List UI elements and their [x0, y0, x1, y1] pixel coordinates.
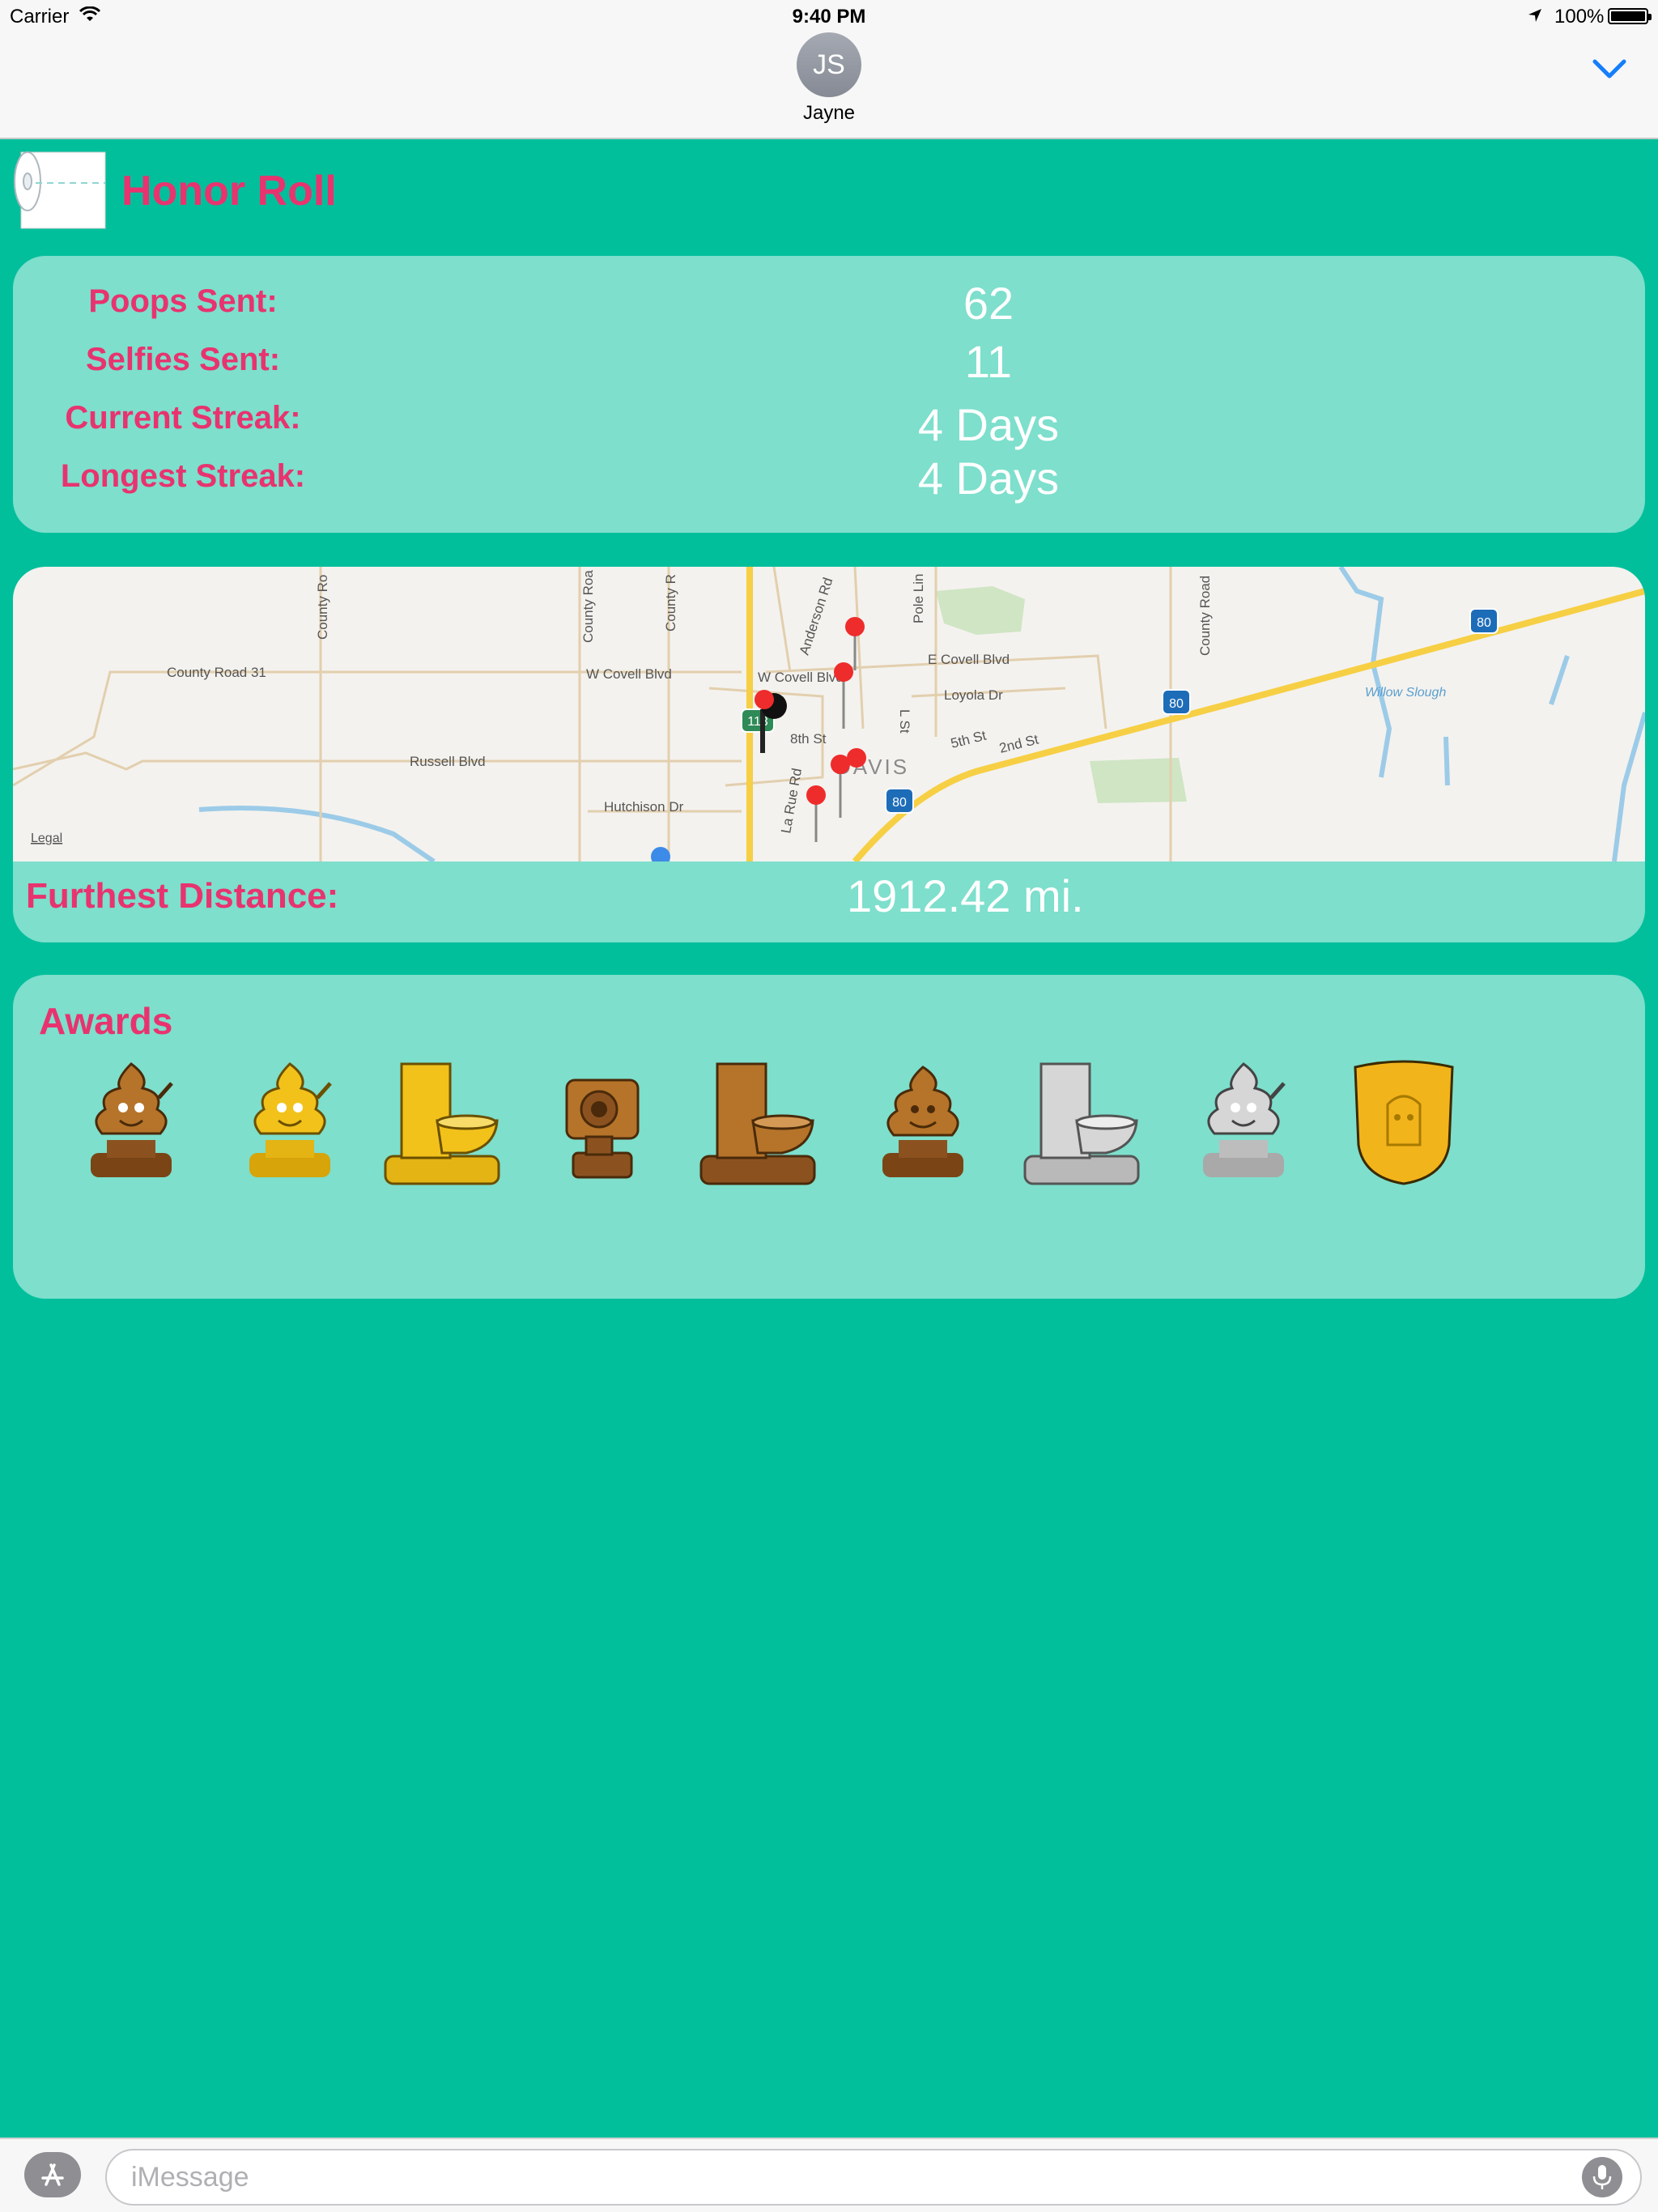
- app-store-button[interactable]: [24, 2152, 81, 2197]
- battery-icon: [1608, 8, 1652, 24]
- map-label: Loyola Dr: [944, 687, 1003, 703]
- route-113-shield-label: 113: [747, 715, 768, 729]
- map-label: County Roa: [580, 570, 596, 643]
- bronze-toilet-trophy-icon[interactable]: [685, 1056, 831, 1193]
- i80-shield-label: 80: [892, 796, 907, 810]
- message-input-bar: [0, 2138, 1658, 2212]
- location-arrow-icon: [1528, 9, 1541, 22]
- creek: [1443, 736, 1450, 786]
- message-input[interactable]: [105, 2149, 1642, 2206]
- map-label: 5th St: [949, 728, 988, 751]
- pin-icon[interactable]: [834, 662, 853, 682]
- toilet-paper-icon: [14, 151, 106, 229]
- pin-icon[interactable]: [847, 748, 866, 768]
- current-streak-value: 4 Days: [917, 399, 1060, 450]
- contact-avatar[interactable]: JS: [797, 32, 861, 97]
- microphone-button[interactable]: [1582, 2157, 1622, 2197]
- awards-title: Awards: [39, 1000, 173, 1042]
- map-label: La Rue Rd: [778, 767, 805, 834]
- poops-sent-label: Poops Sent:: [88, 283, 278, 319]
- map-label: E Covell Blvd: [928, 652, 1010, 667]
- silver-poop-trophy-icon[interactable]: [1171, 1056, 1316, 1193]
- furthest-distance-label: Furthest Distance:: [26, 876, 339, 916]
- battery-percent: 100%: [1554, 6, 1605, 28]
- app-store-icon: [41, 2163, 64, 2186]
- contact-name[interactable]: Jayne: [0, 102, 1658, 125]
- map-label: W Covell Blvd: [758, 670, 844, 685]
- map-label: W Covell Blvd: [586, 666, 672, 682]
- pin-icon[interactable]: [806, 785, 826, 805]
- creek: [1549, 655, 1570, 705]
- map-card: 80 80 80 113 County Road 31 Russell Blvd…: [13, 567, 1645, 942]
- microphone-icon: [1592, 2165, 1612, 2189]
- messages-header: Carrier 9:40 PM 100% JS Jayne: [0, 0, 1658, 139]
- map-label: 2nd St: [997, 731, 1040, 755]
- gold-toilet-trophy-icon[interactable]: [369, 1056, 515, 1193]
- map-label: County Road 31: [167, 665, 266, 680]
- clock: 9:40 PM: [792, 6, 866, 28]
- current-streak-label: Current Streak:: [65, 400, 301, 436]
- bronze-poop-trophy-icon[interactable]: [58, 1056, 204, 1193]
- creek: [198, 806, 436, 861]
- selfies-sent-value: 11: [964, 336, 1013, 387]
- map-label: L St: [897, 709, 912, 734]
- longest-streak-value: 4 Days: [917, 453, 1060, 504]
- water-label: Willow Slough: [1365, 686, 1446, 700]
- map-label: 8th St: [790, 731, 827, 747]
- i80-shield-label: 80: [1477, 616, 1491, 630]
- map-label: Pole Lin: [911, 574, 926, 623]
- pin-icon[interactable]: [845, 617, 865, 636]
- airport-icon: [651, 847, 670, 861]
- map-label: County R: [663, 574, 678, 632]
- map-label: Russell Blvd: [410, 754, 486, 769]
- park-area: [1090, 758, 1187, 803]
- bronze-smile-poop-trophy-icon[interactable]: [850, 1056, 996, 1193]
- map-label: County Road: [1197, 576, 1213, 656]
- gold-shield-trophy-icon[interactable]: [1331, 1056, 1477, 1193]
- legal-link[interactable]: Legal: [31, 832, 62, 845]
- awards-card: Awards: [13, 975, 1645, 1299]
- map-label: Anderson Rd: [797, 576, 836, 657]
- selfies-sent-label: Selfies Sent:: [85, 342, 281, 377]
- park-area: [936, 586, 1025, 635]
- bronze-camera-trophy-icon[interactable]: [525, 1056, 670, 1193]
- gold-poop-trophy-icon[interactable]: [217, 1056, 363, 1193]
- status-bar: Carrier 9:40 PM 100%: [0, 0, 1658, 32]
- longest-streak-label: Longest Streak:: [60, 458, 306, 494]
- i80-shield-label: 80: [1169, 697, 1184, 711]
- pin-icon[interactable]: [755, 690, 774, 709]
- creek: [1612, 712, 1645, 861]
- silver-toilet-trophy-icon[interactable]: [1009, 1056, 1154, 1193]
- page-title: Honor Roll: [121, 168, 337, 215]
- stats-card: Poops Sent: 62 Selfies Sent: 11 Current …: [13, 256, 1645, 533]
- chevron-down-icon[interactable]: [1592, 57, 1627, 81]
- map-label: Hutchison Dr: [604, 799, 684, 815]
- map-view[interactable]: 80 80 80 113 County Road 31 Russell Blvd…: [13, 567, 1645, 861]
- furthest-distance-value: 1912.42 mi.: [847, 870, 1084, 921]
- poops-sent-value: 62: [963, 278, 1014, 329]
- map-label: County Ro: [315, 575, 330, 640]
